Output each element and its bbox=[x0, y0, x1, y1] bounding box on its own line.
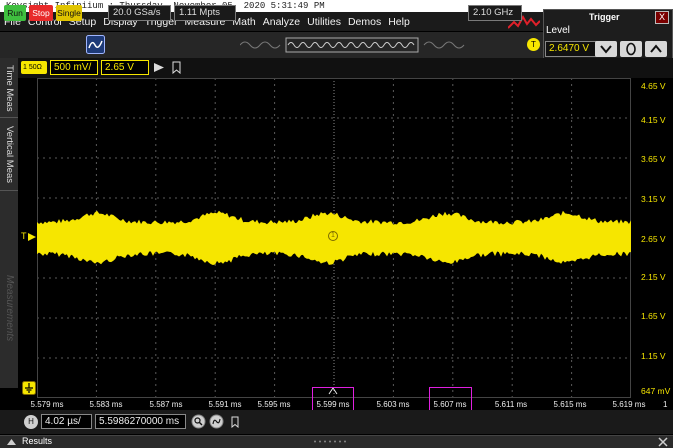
memory-depth-field[interactable]: 1.11 Mpts bbox=[174, 5, 236, 21]
stop-button[interactable]: Stop bbox=[29, 5, 53, 21]
bandwidth-field[interactable]: 2.10 GHz bbox=[468, 5, 522, 21]
level-up-button[interactable] bbox=[645, 41, 667, 57]
menu-demos[interactable]: Demos bbox=[348, 16, 381, 28]
horizontal-badge[interactable]: H bbox=[24, 415, 38, 429]
y-label: 4.65 V bbox=[641, 81, 666, 91]
channel-menu-icon[interactable] bbox=[153, 61, 165, 74]
x-label: 5.587 ms bbox=[149, 400, 183, 409]
close-button[interactable]: X bbox=[655, 11, 669, 24]
channel-number: 1 bbox=[23, 64, 27, 71]
highlight-box bbox=[312, 387, 354, 411]
tab-time-meas[interactable]: Time Meas bbox=[0, 60, 18, 118]
auto-scale-icon[interactable] bbox=[86, 35, 105, 54]
tab-vertical-meas[interactable]: Vertical Meas bbox=[0, 119, 18, 191]
x-label: 5.603 ms bbox=[376, 400, 410, 409]
y-label: 4.15 V bbox=[641, 115, 666, 125]
y-label: 1.15 V bbox=[641, 351, 666, 361]
resize-grip-icon[interactable] bbox=[310, 438, 350, 445]
bookmark-icon[interactable] bbox=[171, 61, 182, 74]
trigger-level-marker[interactable]: T bbox=[21, 231, 27, 241]
zero-icon bbox=[626, 42, 636, 56]
trigger-arrow-icon bbox=[28, 233, 36, 241]
x-label: 5.615 ms bbox=[553, 400, 587, 409]
chevron-up-icon bbox=[650, 44, 662, 53]
x-label: 5.619 ms bbox=[612, 400, 646, 409]
time-position-field[interactable]: 5.5986270000 ms bbox=[95, 414, 186, 429]
menu-analyze[interactable]: Analyze bbox=[263, 16, 300, 28]
y-label: 647 mV bbox=[641, 386, 671, 396]
results-label[interactable]: Results bbox=[22, 436, 52, 447]
trigger-level-label: Level bbox=[546, 25, 570, 36]
menu-utilities[interactable]: Utilities bbox=[307, 16, 341, 28]
y-label: 3.15 V bbox=[641, 194, 666, 204]
y-label: 2.65 V bbox=[641, 234, 666, 244]
y-label: 1.65 V bbox=[641, 311, 666, 321]
level-center-button[interactable] bbox=[620, 41, 642, 57]
x-label-end-marker: 1 bbox=[663, 400, 668, 409]
y-label: 3.65 V bbox=[641, 154, 666, 164]
x-label: 5.583 ms bbox=[89, 400, 123, 409]
x-label: 5.611 ms bbox=[494, 400, 528, 409]
sample-rate-field[interactable]: 20.0 GSa/s bbox=[108, 5, 171, 21]
x-label: 5.579 ms bbox=[30, 400, 64, 409]
bookmark-icon[interactable] bbox=[230, 416, 240, 428]
oscilloscope-window: Keysight Infiniium : Thursday, November … bbox=[0, 0, 673, 448]
channel-badge[interactable]: 1 50Ω bbox=[21, 61, 47, 74]
trigger-panel-title: Trigger bbox=[589, 12, 620, 22]
y-label: 2.15 V bbox=[641, 272, 666, 282]
waveform-overview-icon bbox=[240, 37, 465, 53]
channel-1-marker[interactable]: 1 bbox=[328, 231, 338, 241]
tab-measurements[interactable]: Measurements bbox=[0, 262, 18, 354]
channel-offset-field[interactable]: 2.65 V bbox=[101, 60, 149, 75]
ground-reference-icon[interactable] bbox=[22, 381, 36, 395]
time-scale-field[interactable]: 4.02 µs/ bbox=[41, 414, 92, 429]
chevron-up-icon[interactable] bbox=[6, 437, 17, 446]
channel-scale-field[interactable]: 500 mV/ bbox=[50, 60, 98, 75]
channel-impedance: 50Ω bbox=[28, 64, 42, 71]
horizontal-settings-icon[interactable] bbox=[209, 414, 224, 429]
single-button[interactable]: Single bbox=[56, 5, 82, 21]
menu-help[interactable]: Help bbox=[388, 16, 410, 28]
zoom-icon[interactable] bbox=[191, 414, 206, 429]
highlight-box bbox=[429, 387, 472, 411]
x-label: 5.591 ms bbox=[208, 400, 242, 409]
close-icon[interactable] bbox=[657, 437, 669, 447]
x-label: 5.595 ms bbox=[257, 400, 291, 409]
level-down-button[interactable] bbox=[595, 41, 617, 57]
run-button[interactable]: Run bbox=[4, 5, 26, 21]
chevron-down-icon bbox=[600, 45, 612, 54]
trigger-source-badge[interactable]: T bbox=[527, 38, 540, 51]
